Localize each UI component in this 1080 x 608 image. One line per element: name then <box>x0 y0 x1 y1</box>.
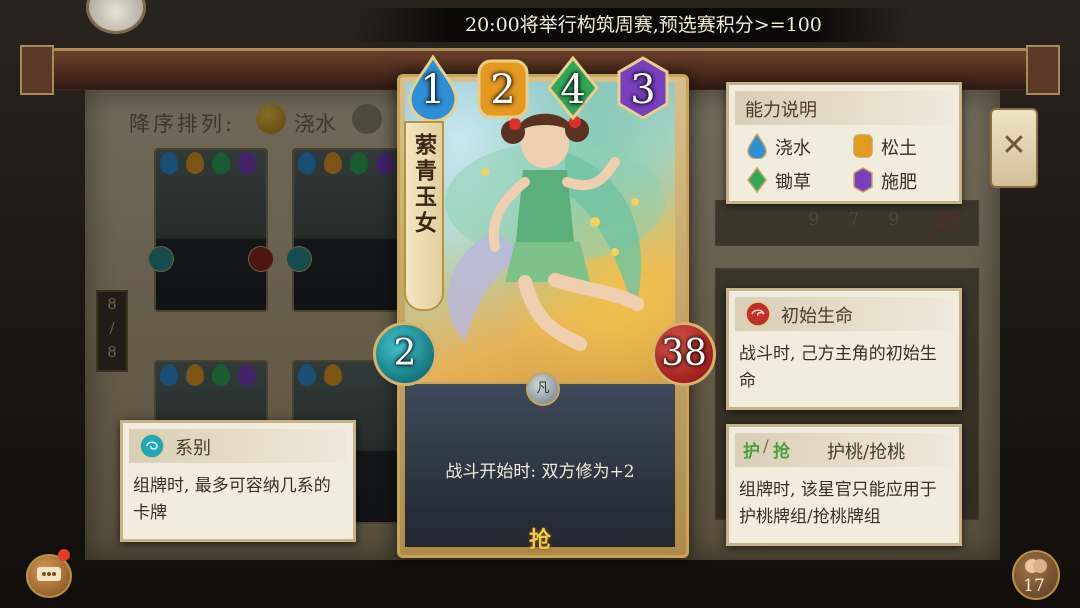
notification-dot <box>58 549 70 561</box>
announcement-banner: 20:00将举行构筑周赛,预选赛积分>=100 <box>350 8 910 42</box>
weed-diamond-icon <box>747 167 767 193</box>
cost-water-value: 1 <box>420 67 446 113</box>
protect-panel-title: 护桃/抢桃 <box>827 442 906 463</box>
cost-soil-value: 2 <box>490 67 516 113</box>
legend-panel-header: 能力说明 <box>735 91 953 125</box>
rob-badge: 抢 <box>773 442 790 462</box>
legend-weed-label: 锄草 <box>775 172 811 193</box>
protect-badge: 护 <box>743 442 760 462</box>
badge-separator: / <box>763 437 769 457</box>
cost-water: 1 <box>406 55 460 121</box>
fertilize-hexagon-icon <box>853 167 873 193</box>
close-lantern[interactable]: ✕ <box>990 108 1038 188</box>
card-ability-text: 战斗开始时: 双方修为+2 <box>445 462 635 482</box>
legend-water-label: 浇水 <box>775 138 811 159</box>
protect-panel-header: 护 / 抢 护桃/抢桃 <box>735 433 953 467</box>
faction-glyph: 凡 <box>536 381 550 396</box>
series-panel-header: 系别 <box>129 429 347 463</box>
card-name: 萦青玉女 <box>411 133 437 237</box>
cost-fertilize: 3 <box>616 55 670 121</box>
health-panel-title: 初始生命 <box>781 306 853 327</box>
peach-icon <box>1025 559 1047 573</box>
legend-soil-label: 松土 <box>881 138 917 159</box>
beam-cap-right <box>1026 45 1060 95</box>
series-info-panel: 系别 组牌时, 最多可容纳几系的卡牌 <box>120 420 356 542</box>
cost-soil: 2 <box>476 55 530 121</box>
series-panel-body: 组牌时, 最多可容纳几系的卡牌 <box>133 476 331 523</box>
card-artwork <box>405 82 675 382</box>
cost-weed-value: 4 <box>560 67 586 113</box>
close-icon[interactable]: ✕ <box>992 128 1036 163</box>
chat-bubble-icon <box>37 567 61 581</box>
legend-panel-title: 能力说明 <box>745 100 817 121</box>
health-stat: 38 <box>652 322 716 386</box>
cost-fertilize-value: 3 <box>630 67 656 113</box>
cost-weed: 4 <box>546 55 600 121</box>
card-detail: 萦青玉女 1 2 4 3 2 38 凡 战斗开始时: 双方修为+2 抢 <box>373 55 716 558</box>
beam-cap-left <box>20 45 54 95</box>
card-name-banner: 萦青玉女 <box>404 121 444 311</box>
announcement-text: 20:00将举行构筑周赛,预选赛积分>=100 <box>465 14 822 36</box>
fairy-figure-illustration <box>445 113 665 351</box>
peach-count: 17 <box>1023 576 1045 596</box>
health-panel-body: 战斗时, 己方主角的初始生命 <box>739 344 937 391</box>
legend-fertilize-label: 施肥 <box>881 172 917 193</box>
soil-block-icon <box>853 134 873 158</box>
card-tag: 抢 <box>528 527 551 553</box>
attack-stat: 2 <box>373 322 437 386</box>
faction-badge-icon: 凡 <box>526 372 560 406</box>
series-swirl-icon <box>139 433 165 459</box>
health-panel-header: 初始生命 <box>735 297 953 331</box>
protect-panel-body: 组牌时, 该星官只能应用于护桃牌组/抢桃牌组 <box>739 480 937 527</box>
protect-info-panel: 护 / 抢 护桃/抢桃 组牌时, 该星官只能应用于护桃牌组/抢桃牌组 <box>726 424 962 546</box>
health-orb-icon <box>745 301 771 327</box>
ability-legend-panel: 能力说明 浇水 松土 锄草 施肥 <box>726 82 962 204</box>
series-panel-title: 系别 <box>175 438 211 459</box>
water-drop-icon <box>747 133 767 159</box>
health-info-panel: 初始生命 战斗时, 己方主角的初始生命 <box>726 288 962 410</box>
